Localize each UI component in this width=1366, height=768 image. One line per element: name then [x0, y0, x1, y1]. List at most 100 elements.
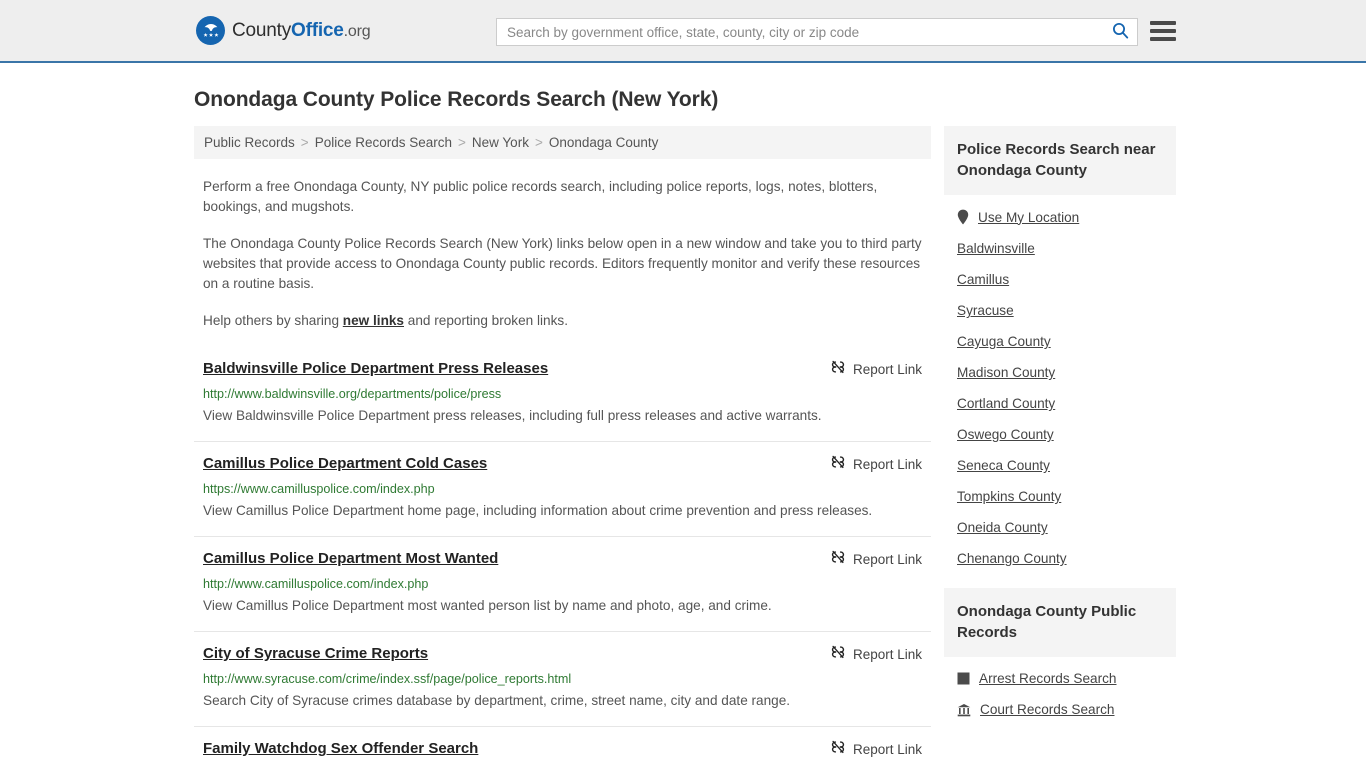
hamburger-menu-icon-bar	[1150, 29, 1176, 33]
sidebar-link[interactable]: Seneca County	[957, 458, 1050, 473]
sidebar-link[interactable]: Syracuse	[957, 303, 1014, 318]
report-link-button[interactable]: Report Link	[830, 359, 922, 380]
sidebar-list-item[interactable]: Arrest Records Search	[957, 663, 1176, 694]
report-link-label: Report Link	[852, 457, 922, 472]
result-description: Search City of Syracuse crimes database …	[203, 693, 791, 708]
breadcrumb-item-new-york[interactable]: New York	[472, 135, 529, 150]
search-input[interactable]	[497, 19, 1103, 45]
result-title-link[interactable]: Camillus Police Department Cold Cases	[203, 454, 487, 473]
brand-part-org: .org	[343, 22, 371, 40]
sidebar-list-item[interactable]: Cortland County	[957, 388, 1176, 419]
breadcrumb: Public Records > Police Records Search >…	[194, 126, 931, 159]
sidebar-list-item[interactable]: Camillus	[957, 264, 1176, 295]
sidebar-link[interactable]: Camillus	[957, 272, 1009, 287]
sidebar-link[interactable]: Arrest Records Search	[979, 671, 1117, 686]
sidebar-link[interactable]: Oswego County	[957, 427, 1054, 442]
sidebar-link[interactable]: Cortland County	[957, 396, 1055, 411]
map-pin-icon	[957, 209, 969, 225]
hamburger-menu-icon-bar	[1150, 21, 1176, 25]
result-title-link[interactable]: Camillus Police Department Most Wanted	[203, 549, 498, 568]
brand-part-county: County	[232, 19, 292, 41]
sidebar-link[interactable]: Court Records Search	[980, 702, 1114, 717]
sidebar-public-records-list: Arrest Records Search Court Records Searc…	[944, 657, 1176, 725]
sidebar: Police Records Search near Onondaga Coun…	[944, 126, 1176, 725]
sidebar-list-item[interactable]: Madison County	[957, 357, 1176, 388]
report-link-button[interactable]: Report Link	[830, 739, 922, 760]
sidebar-list-item[interactable]: Use My Location	[957, 201, 1176, 233]
result-item: Camillus Police Department Most Wanted Re…	[194, 536, 931, 631]
sidebar-list-item[interactable]: Seneca County	[957, 450, 1176, 481]
report-link-button[interactable]: Report Link	[830, 644, 922, 665]
report-link-label: Report Link	[852, 647, 922, 662]
result-item: Baldwinsville Police Department Press Re…	[194, 347, 931, 441]
sidebar-link[interactable]: Tompkins County	[957, 489, 1061, 504]
report-link-button[interactable]: Report Link	[830, 549, 922, 570]
main-content: Public Records > Police Records Search >…	[194, 126, 931, 768]
sidebar-list-item[interactable]: Oneida County	[957, 512, 1176, 543]
sidebar-list-item[interactable]: Chenango County	[957, 543, 1176, 574]
sidebar-link[interactable]: Cayuga County	[957, 334, 1051, 349]
sidebar-list-item[interactable]: Oswego County	[957, 419, 1176, 450]
broken-link-icon	[830, 359, 846, 380]
site-header: CountyOffice.org	[0, 0, 1366, 63]
result-url[interactable]: http://www.camilluspolice.com/index.php	[203, 576, 922, 592]
sidebar-list-item[interactable]: Baldwinsville	[957, 233, 1176, 264]
sidebar-link[interactable]: Oneida County	[957, 520, 1048, 535]
result-title-link[interactable]: Baldwinsville Police Department Press Re…	[203, 359, 548, 378]
page-container: Onondaga County Police Records Search (N…	[0, 88, 1366, 768]
sidebar-list-item[interactable]: Tompkins County	[957, 481, 1176, 512]
result-title-link[interactable]: City of Syracuse Crime Reports	[203, 644, 428, 663]
sidebar-list-item[interactable]: Syracuse	[957, 295, 1176, 326]
report-link-label: Report Link	[852, 742, 922, 757]
result-description: View Camillus Police Department most wan…	[203, 598, 772, 613]
broken-link-icon	[830, 739, 846, 760]
breadcrumb-item-onondaga-county: Onondaga County	[548, 135, 659, 150]
hamburger-menu-icon-bar	[1150, 37, 1176, 41]
sidebar-list-item[interactable]: Court Records Search	[957, 694, 1176, 725]
result-header: Camillus Police Department Cold Cases Rep…	[203, 454, 922, 475]
report-link-button[interactable]: Report Link	[830, 454, 922, 475]
breadcrumb-separator: >	[300, 135, 309, 150]
breadcrumb-item-public-records[interactable]: Public Records	[204, 135, 295, 150]
sidebar-link[interactable]: Madison County	[957, 365, 1055, 380]
new-links-link[interactable]: new links	[343, 313, 404, 328]
sidebar-link[interactable]: Use My Location	[978, 210, 1079, 225]
intro-paragraph-1: Perform a free Onondaga County, NY publi…	[203, 179, 878, 214]
site-logo[interactable]: CountyOffice.org	[196, 16, 371, 45]
hamburger-menu-button[interactable]	[1150, 19, 1176, 43]
page-title: Onondaga County Police Records Search (N…	[194, 88, 719, 111]
sidebar-list-item[interactable]: Cayuga County	[957, 326, 1176, 357]
sidebar-nearby-card: Police Records Search near Onondaga Coun…	[944, 126, 1176, 574]
sidebar-public-records-heading: Onondaga County Public Records	[944, 588, 1176, 657]
result-url[interactable]: http://www.syracuse.com/crime/index.ssf/…	[203, 671, 922, 687]
result-header: City of Syracuse Crime Reports Report Lin…	[203, 644, 922, 665]
result-url[interactable]: https://www.camilluspolice.com/index.php	[203, 481, 922, 497]
brand-part-office: Office	[291, 19, 344, 41]
sidebar-link[interactable]: Chenango County	[957, 551, 1067, 566]
result-description: View Camillus Police Department home pag…	[203, 503, 873, 518]
results-list: Baldwinsville Police Department Press Re…	[194, 347, 931, 768]
intro-text-before-link: Help others by sharing	[203, 313, 343, 328]
sidebar-link[interactable]: Baldwinsville	[957, 241, 1035, 256]
square-icon	[957, 672, 970, 685]
sidebar-public-records-card: Onondaga County Public Records Arrest Re…	[944, 588, 1176, 725]
sidebar-nearby-heading: Police Records Search near Onondaga Coun…	[944, 126, 1176, 195]
broken-link-icon	[830, 644, 846, 665]
sidebar-nearby-list: Use My Location Baldwinsville Camillus Syra…	[944, 195, 1176, 574]
intro-paragraph-2: The Onondaga County Police Records Searc…	[203, 236, 922, 291]
result-title-link[interactable]: Family Watchdog Sex Offender Search	[203, 739, 478, 758]
breadcrumb-item-police-records-search[interactable]: Police Records Search	[315, 135, 452, 150]
search-bar	[496, 18, 1138, 46]
result-description: View Baldwinsville Police Department pre…	[203, 408, 822, 423]
eagle-shield-logo-icon	[196, 16, 225, 45]
broken-link-icon	[830, 549, 846, 570]
breadcrumb-separator: >	[534, 135, 543, 150]
search-button[interactable]	[1103, 19, 1137, 45]
result-header: Camillus Police Department Most Wanted Re…	[203, 549, 922, 570]
breadcrumb-separator: >	[458, 135, 466, 150]
intro-paragraph-3: Help others by sharing new links and rep…	[203, 311, 922, 331]
search-icon	[1112, 22, 1129, 42]
result-item: Family Watchdog Sex Offender Search Repor…	[194, 726, 931, 768]
result-url[interactable]: http://www.baldwinsville.org/departments…	[203, 386, 922, 402]
